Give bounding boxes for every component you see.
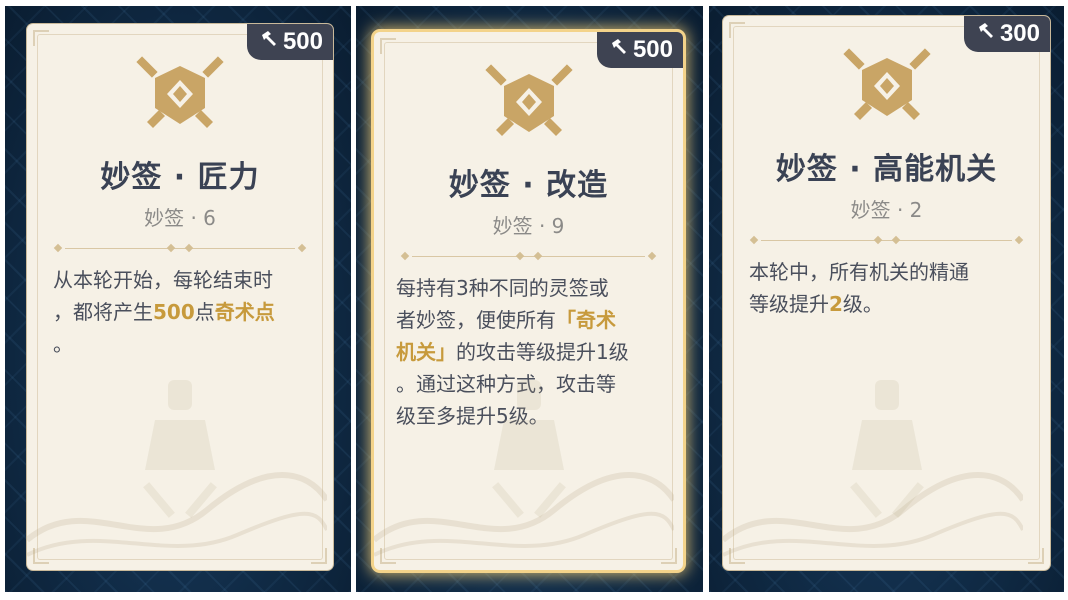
card-description: 本轮中，所有机关的精通 等级提升2级。 [749,256,1028,320]
card-subtitle: 妙签 · 6 [144,206,216,230]
hammer-icon [609,36,629,64]
cost-value: 300 [999,20,1040,47]
ornamental-divider [400,251,657,262]
corner-ornament [1028,548,1044,564]
desc-line: 。 [53,332,73,356]
card-jiangli[interactable]: 500 妙签 · 匠力 妙签 · 6 从本轮开始，每轮结束时 ，都将产生500点… [27,24,333,570]
card-title: 妙签 · 高能机关 [775,152,998,187]
ornamental-divider [749,235,1024,246]
card-panel-2: 500 妙签 · 改造 妙签 · 9 每持有3种不同的灵签或 者妙签，便使所有「… [356,6,703,592]
wave-decoration [27,472,327,557]
desc-line: 从本轮开始，每轮结束时 [53,268,273,292]
cost-badge: 500 [596,32,683,68]
hammer-icon [976,20,996,48]
desc-line: 本轮中，所有机关的精通 [749,260,969,284]
card-panel-3: 300 妙签 · 高能机关 妙签 · 2 本轮中，所有机关的精通 等级提升2级。 [709,6,1064,592]
desc-line: ，都将产生500点奇术点 [53,300,275,324]
card-subtitle: 妙签 · 2 [850,198,923,222]
hammer-icon [259,28,279,56]
crossed-swords-shield-emblem [136,56,224,128]
card-gaizao[interactable]: 500 妙签 · 改造 妙签 · 9 每持有3种不同的灵签或 者妙签，便使所有「… [374,32,683,570]
corner-ornament [33,30,49,46]
card-description: 从本轮开始，每轮结束时 ，都将产生500点奇术点 。 [53,264,311,360]
ornamental-divider [53,243,307,254]
card-panel-1: 500 妙签 · 匠力 妙签 · 6 从本轮开始，每轮结束时 ，都将产生500点… [5,6,351,592]
card-gaoneng-jiguan[interactable]: 300 妙签 · 高能机关 妙签 · 2 本轮中，所有机关的精通 等级提升2级。 [723,16,1050,570]
desc-line: 者妙签，便使所有「奇术 [396,308,616,332]
corner-ornament [380,38,396,54]
cost-badge: 300 [963,16,1050,52]
corner-ornament [729,22,745,38]
wave-decoration [374,472,674,557]
card-title: 妙签 · 匠力 [100,160,260,195]
cost-badge: 500 [246,24,333,60]
crossed-swords-shield-emblem [484,64,573,136]
desc-line: 每持有3种不同的灵签或 [396,276,609,300]
cost-value: 500 [632,36,673,63]
cost-value: 500 [282,28,323,55]
card-title: 妙签 · 改造 [448,168,609,203]
card-subtitle: 妙签 · 9 [492,214,565,238]
wave-decoration [723,472,1023,557]
desc-line: 等级提升2级。 [749,292,883,316]
crossed-swords-shield-emblem [842,48,931,120]
desc-line: 机关」的攻击等级提升1级 [396,340,629,364]
